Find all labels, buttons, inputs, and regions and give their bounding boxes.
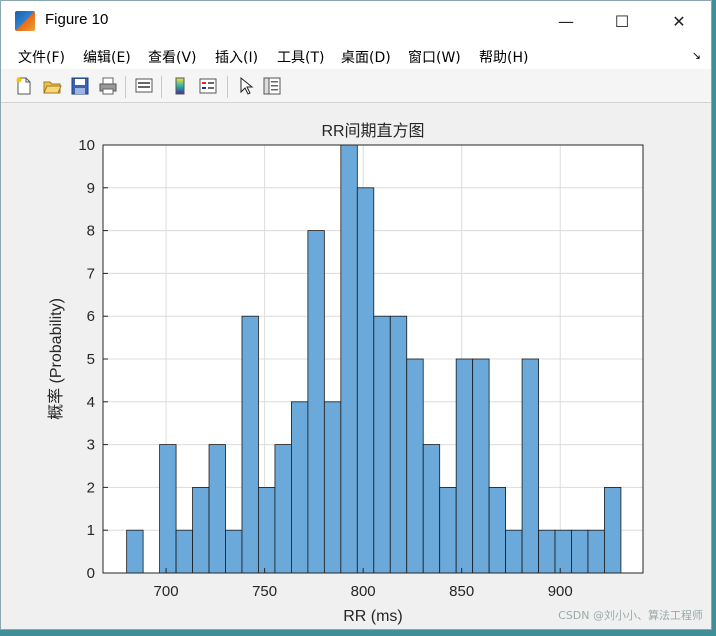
histogram-bar xyxy=(521,358,539,574)
y-tick-label: 4 xyxy=(87,394,95,411)
y-tick-label: 0 xyxy=(87,565,95,582)
y-tick-label: 2 xyxy=(87,479,95,496)
histogram-bar xyxy=(208,444,226,574)
colorbar-icon[interactable] xyxy=(169,75,191,97)
open-file-icon[interactable] xyxy=(41,75,63,97)
histogram-bar xyxy=(587,529,605,574)
histogram-bar xyxy=(422,444,441,574)
histogram-bar xyxy=(455,358,474,574)
menu-view[interactable]: 查看(V) xyxy=(148,47,197,67)
y-tick-label: 7 xyxy=(87,265,95,282)
menu-desktop[interactable]: 桌面(D) xyxy=(341,47,391,67)
menu-overflow-icon[interactable]: ↘ xyxy=(692,49,701,62)
histogram-bar xyxy=(488,486,506,574)
print-icon[interactable] xyxy=(97,75,119,97)
y-tick-label: 9 xyxy=(87,180,95,197)
link-plot-icon[interactable] xyxy=(133,75,155,97)
menu-help[interactable]: 帮助(H) xyxy=(479,47,528,67)
menu-window[interactable]: 窗口(W) xyxy=(408,47,461,67)
histogram-bar xyxy=(505,529,523,574)
toolbar-separator xyxy=(161,76,162,98)
histogram-bar xyxy=(406,358,424,574)
histogram-bar xyxy=(340,144,358,574)
histogram-bar xyxy=(225,529,243,574)
x-tick-label: 700 xyxy=(154,583,179,600)
menu-tools[interactable]: 工具(T) xyxy=(277,47,324,67)
histogram-bar xyxy=(291,401,309,574)
histogram-bar xyxy=(439,486,457,574)
histogram-bar xyxy=(472,358,490,574)
histogram-bar xyxy=(274,444,292,574)
toolbar xyxy=(1,69,711,103)
x-tick-label: 750 xyxy=(252,583,277,600)
x-tick-label: 850 xyxy=(449,583,474,600)
histogram-bar xyxy=(307,230,325,574)
save-icon[interactable] xyxy=(69,75,91,97)
figure-canvas: 700 750 800 850 900 0 1 2 3 4 5 6 7 8 9 10 RR间期直方图 RR (… xyxy=(1,103,711,629)
y-tick-label: 3 xyxy=(87,437,95,454)
y-tick-label: 5 xyxy=(87,351,95,368)
close-button[interactable]: ✕ xyxy=(656,5,702,37)
histogram-bar xyxy=(554,529,572,574)
histogram-bar xyxy=(604,486,622,574)
histogram-bar xyxy=(258,486,276,574)
menu-file[interactable]: 文件(F) xyxy=(18,47,65,67)
watermark-text: CSDN @刘小小、算法工程师 xyxy=(558,609,703,622)
minimize-button[interactable]: — xyxy=(543,5,589,37)
histogram-bar xyxy=(538,529,556,574)
toolbar-separator xyxy=(227,76,228,98)
histogram-bar xyxy=(159,444,177,574)
histogram-bar xyxy=(356,187,375,574)
menu-bar: 文件(F) 编辑(E) 查看(V) 插入(I) 工具(T) 桌面(D) 窗口(W… xyxy=(1,41,711,69)
chart-title: RR间期直方图 xyxy=(321,122,424,140)
y-axis-label: 概率 (Probability) xyxy=(47,298,65,420)
window-title: Figure 10 xyxy=(45,11,109,28)
histogram-bar xyxy=(323,401,342,574)
x-tick-label: 900 xyxy=(548,583,573,600)
x-tick-label: 800 xyxy=(351,583,376,600)
legend-icon[interactable] xyxy=(197,75,219,97)
figure-window: Figure 10 — ☐ ✕ 文件(F) 编辑(E) 查看(V) 插入(I) … xyxy=(0,0,712,630)
x-axis-label: RR (ms) xyxy=(343,608,403,625)
pointer-icon[interactable] xyxy=(235,75,257,97)
y-tick-label: 10 xyxy=(78,137,95,154)
menu-edit[interactable]: 编辑(E) xyxy=(83,47,131,67)
histogram-bar xyxy=(126,529,144,574)
histogram-bar xyxy=(241,315,259,574)
y-tick-label: 1 xyxy=(87,522,95,539)
maximize-button[interactable]: ☐ xyxy=(599,5,645,37)
title-bar: Figure 10 — ☐ ✕ xyxy=(1,1,711,41)
y-tick-label: 8 xyxy=(87,223,95,240)
histogram-chart: 700 750 800 850 900 0 1 2 3 4 5 6 7 8 9 10 RR间期直方图 RR (… xyxy=(47,122,644,625)
menu-insert[interactable]: 插入(I) xyxy=(215,47,258,67)
histogram-bar xyxy=(192,486,210,574)
histogram-bar xyxy=(175,529,193,574)
histogram-bar xyxy=(373,315,391,574)
property-inspector-icon[interactable] xyxy=(261,75,283,97)
histogram-bar xyxy=(389,315,408,574)
matlab-logo-icon xyxy=(15,11,35,31)
histogram-bar xyxy=(571,529,589,574)
toolbar-separator xyxy=(125,76,126,98)
y-tick-label: 6 xyxy=(87,308,95,325)
new-figure-icon[interactable] xyxy=(13,75,35,97)
